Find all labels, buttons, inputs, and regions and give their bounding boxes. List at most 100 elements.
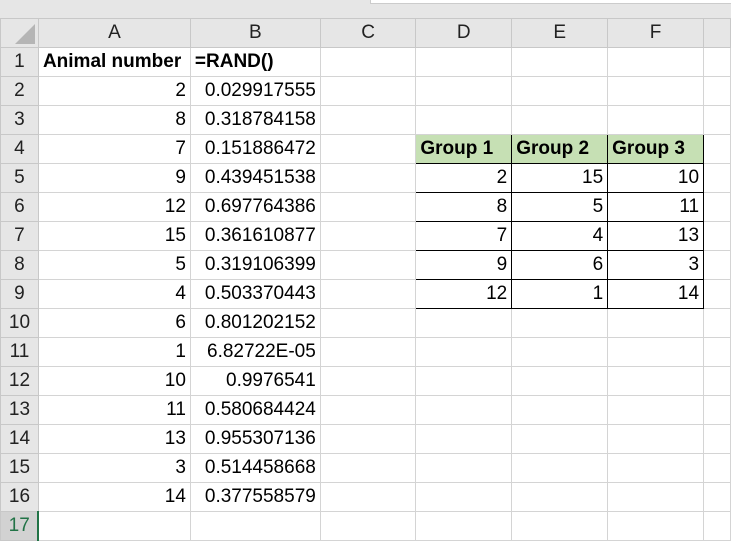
- row-header[interactable]: 12: [0, 366, 39, 396]
- group-value-cell[interactable]: 5: [511, 192, 609, 222]
- animal-number-cell[interactable]: 3: [37, 453, 191, 483]
- column-header-b[interactable]: B: [189, 18, 321, 48]
- row-header[interactable]: 6: [0, 192, 39, 222]
- rand-value-cell[interactable]: 0.319106399: [189, 250, 321, 280]
- cell[interactable]: [607, 453, 705, 483]
- animal-number-cell[interactable]: 11: [37, 395, 191, 425]
- cell[interactable]: [319, 250, 417, 280]
- cell[interactable]: [511, 308, 609, 338]
- cell[interactable]: [703, 221, 731, 251]
- cell[interactable]: [703, 366, 731, 396]
- cell[interactable]: [319, 308, 417, 338]
- cell[interactable]: [511, 76, 609, 106]
- cell[interactable]: [607, 482, 705, 512]
- rand-value-cell[interactable]: 0.318784158: [189, 105, 321, 135]
- cell[interactable]: [703, 308, 731, 338]
- cell[interactable]: [319, 366, 417, 396]
- cell[interactable]: [703, 279, 731, 309]
- cell[interactable]: [607, 511, 705, 541]
- cell[interactable]: [415, 395, 513, 425]
- column-header-c[interactable]: C: [319, 18, 417, 48]
- rand-value-cell[interactable]: 0.151886472: [189, 134, 321, 164]
- row-header[interactable]: 4: [0, 134, 39, 164]
- animal-number-cell[interactable]: 7: [37, 134, 191, 164]
- row-header[interactable]: 9: [0, 279, 39, 309]
- row-header[interactable]: 7: [0, 221, 39, 251]
- cell[interactable]: [319, 424, 417, 454]
- cell[interactable]: [319, 482, 417, 512]
- cell[interactable]: [415, 76, 513, 106]
- cell[interactable]: [607, 308, 705, 338]
- group-value-cell[interactable]: 14: [607, 279, 705, 309]
- cell[interactable]: [511, 337, 609, 367]
- cell[interactable]: [511, 482, 609, 512]
- cell[interactable]: [319, 453, 417, 483]
- column-header-f[interactable]: F: [607, 18, 705, 48]
- cell[interactable]: [703, 76, 731, 106]
- cell[interactable]: [319, 395, 417, 425]
- cell[interactable]: [319, 279, 417, 309]
- cell[interactable]: [703, 163, 731, 193]
- cell[interactable]: [607, 424, 705, 454]
- cell[interactable]: [511, 395, 609, 425]
- group-header-cell[interactable]: Group 1: [415, 134, 513, 164]
- group-value-cell[interactable]: 11: [607, 192, 705, 222]
- cell[interactable]: [319, 105, 417, 135]
- cell[interactable]: [415, 511, 513, 541]
- row-header[interactable]: 1: [0, 47, 39, 77]
- cell[interactable]: [703, 134, 731, 164]
- group-value-cell[interactable]: 1: [511, 279, 609, 309]
- animal-number-cell[interactable]: 9: [37, 163, 191, 193]
- cell[interactable]: [319, 221, 417, 251]
- cell[interactable]: [415, 482, 513, 512]
- animal-number-cell[interactable]: 10: [37, 366, 191, 396]
- cell[interactable]: [37, 511, 191, 541]
- cell[interactable]: [189, 511, 321, 541]
- cell[interactable]: [703, 105, 731, 135]
- cell[interactable]: [319, 163, 417, 193]
- group-value-cell[interactable]: 9: [415, 250, 513, 280]
- row-header[interactable]: 11: [0, 337, 39, 367]
- group-value-cell[interactable]: 13: [607, 221, 705, 251]
- group-value-cell[interactable]: 4: [511, 221, 609, 251]
- animal-number-cell[interactable]: 12: [37, 192, 191, 222]
- rand-value-cell[interactable]: 0.503370443: [189, 279, 321, 309]
- rand-value-cell[interactable]: 0.439451538: [189, 163, 321, 193]
- rand-value-cell[interactable]: 6.82722E-05: [189, 337, 321, 367]
- cell[interactable]: [703, 47, 731, 77]
- group-value-cell[interactable]: 15: [511, 163, 609, 193]
- rand-value-cell[interactable]: 0.377558579: [189, 482, 321, 512]
- animal-number-cell[interactable]: 5: [37, 250, 191, 280]
- group-value-cell[interactable]: 7: [415, 221, 513, 251]
- group-value-cell[interactable]: 6: [511, 250, 609, 280]
- rand-value-cell[interactable]: 0.9976541: [189, 366, 321, 396]
- row-header[interactable]: 2: [0, 76, 39, 106]
- rand-value-cell[interactable]: 0.361610877: [189, 221, 321, 251]
- cell[interactable]: [703, 337, 731, 367]
- cell[interactable]: [703, 511, 731, 541]
- cell[interactable]: [607, 395, 705, 425]
- rand-value-cell[interactable]: 0.029917555: [189, 76, 321, 106]
- animal-number-cell[interactable]: 1: [37, 337, 191, 367]
- row-header[interactable]: 16: [0, 482, 39, 512]
- column-header-g[interactable]: [703, 18, 731, 48]
- cell[interactable]: [319, 337, 417, 367]
- cell[interactable]: [319, 511, 417, 541]
- cell[interactable]: [511, 453, 609, 483]
- cell[interactable]: [607, 105, 705, 135]
- cell-b1[interactable]: =RAND(): [189, 47, 321, 77]
- rand-value-cell[interactable]: 0.955307136: [189, 424, 321, 454]
- group-header-cell[interactable]: Group 2: [511, 134, 609, 164]
- cell[interactable]: [703, 395, 731, 425]
- group-value-cell[interactable]: 8: [415, 192, 513, 222]
- cell[interactable]: [415, 105, 513, 135]
- column-header-a[interactable]: A: [37, 18, 191, 48]
- row-header[interactable]: 14: [0, 424, 39, 454]
- animal-number-cell[interactable]: 13: [37, 424, 191, 454]
- rand-value-cell[interactable]: 0.580684424: [189, 395, 321, 425]
- animal-number-cell[interactable]: 2: [37, 76, 191, 106]
- spreadsheet-grid[interactable]: A B C D E F 1 Animal number =RAND() 2 2 0.029…: [0, 18, 731, 541]
- cell[interactable]: [415, 308, 513, 338]
- cell[interactable]: [703, 482, 731, 512]
- cell[interactable]: [511, 47, 609, 77]
